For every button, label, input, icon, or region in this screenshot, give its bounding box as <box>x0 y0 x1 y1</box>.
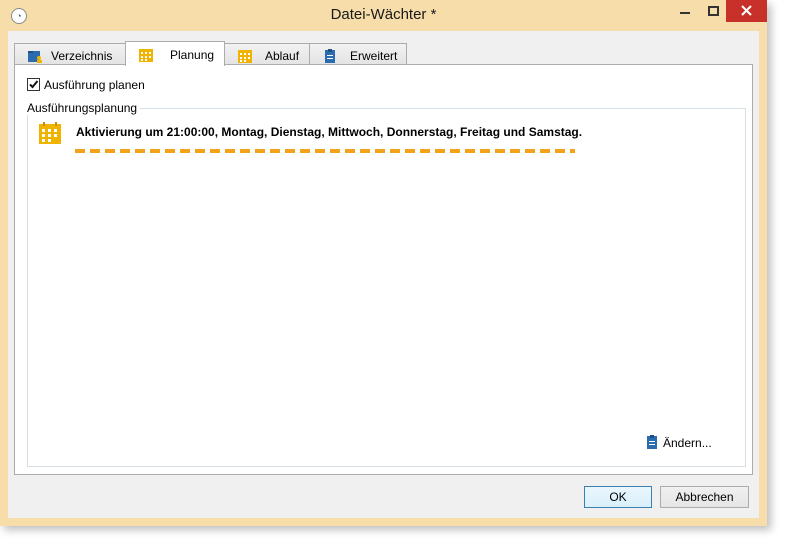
tab-label: Planung <box>170 48 215 62</box>
checkmark-icon <box>29 80 39 89</box>
title-bar[interactable]: ◔ Datei-Wächter * <box>0 0 767 32</box>
calendar-icon <box>238 50 252 63</box>
app-icon[interactable]: ◔ <box>11 8 27 24</box>
tab-erweitert[interactable]: Erweitert <box>309 43 407 65</box>
clipboard-icon <box>325 49 335 63</box>
change-schedule-label[interactable]: Ändern... <box>663 436 712 450</box>
schedule-checkbox[interactable] <box>27 78 40 91</box>
window-title: Datei-Wächter * <box>330 6 437 23</box>
tab-label: Erweitert <box>350 49 398 63</box>
groupbox-title: Ausführungsplanung <box>25 101 141 115</box>
schedule-checkbox-label[interactable]: Ausführung planen <box>44 78 145 92</box>
calendar-icon <box>139 49 153 62</box>
minimize-button[interactable] <box>671 0 699 22</box>
calendar-icon <box>39 122 61 144</box>
tab-label: Ablauf <box>265 49 300 63</box>
tab-panel-planung: Ausführung planen Ausführungsplanung Akt… <box>14 64 753 475</box>
maximize-icon <box>708 6 719 16</box>
schedule-highlight-underline <box>75 149 575 153</box>
schedule-groupbox <box>27 108 746 467</box>
folder-user-icon <box>28 51 42 63</box>
close-icon <box>741 5 752 16</box>
cancel-button[interactable]: Abbrechen <box>660 486 749 508</box>
clipboard-icon <box>647 435 657 449</box>
tab-label: Verzeichnis <box>51 49 113 63</box>
tab-planung[interactable]: Planung <box>125 41 225 66</box>
tab-ablauf[interactable]: Ablauf <box>224 43 310 65</box>
schedule-summary: Aktivierung um 21:00:00, Montag, Diensta… <box>76 125 583 139</box>
ok-button[interactable]: OK <box>584 486 652 508</box>
maximize-button[interactable] <box>699 0 726 22</box>
dialog-client-area: Verzeichnis Planung Ablauf Erweitert Aus… <box>8 31 759 518</box>
dialog-window: ◔ Datei-Wächter * Verzeichnis Planung Ab… <box>0 0 767 526</box>
close-button[interactable] <box>726 0 767 22</box>
minimize-icon <box>680 12 690 14</box>
tab-verzeichnis[interactable]: Verzeichnis <box>14 43 126 65</box>
